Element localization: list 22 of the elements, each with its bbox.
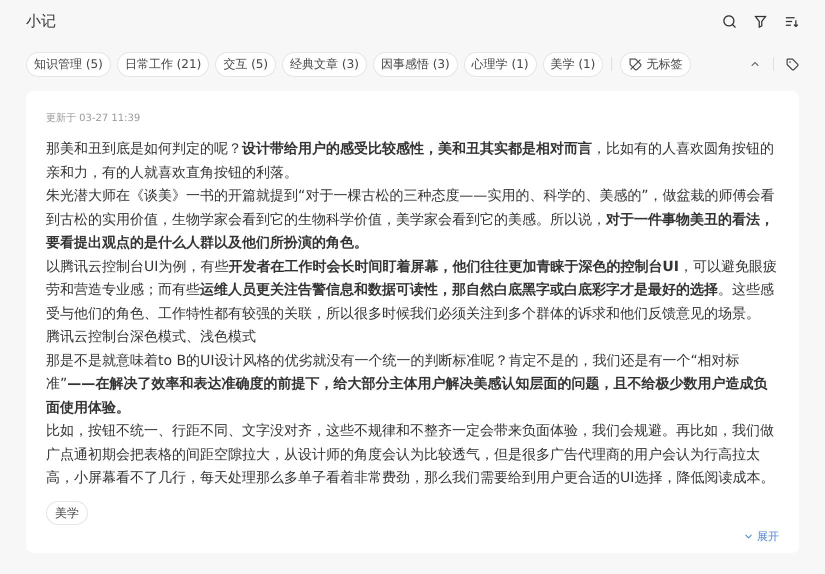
funnel-icon[interactable] xyxy=(753,14,768,28)
note-paragraph: 那是不是就意味着to B的UI设计风格的优劣就没有一个统一的判断标准呢？肯定不是的，我们还是有一个“相对标准”——在解决了效率和表达准确度的前提下，给大部分主体用户解决美感认知层面的问题，且不给极少数用户造成负面使用体验。 xyxy=(46,352,768,418)
tag-chip[interactable]: 知识管理 (5) xyxy=(26,52,111,76)
tag-chip[interactable]: 因事感悟 (3) xyxy=(372,52,458,76)
note-paragraph: 腾讯云控制台深色模式、浅色模式 xyxy=(46,328,257,347)
tag-chip[interactable]: 经典文章 (3) xyxy=(282,52,367,76)
tag-chip[interactable]: 美学 (1) xyxy=(542,52,604,76)
expand-link[interactable]: 展开 xyxy=(743,528,779,545)
untagged-chip[interactable]: 无标签 xyxy=(620,52,692,76)
tag-chip[interactable]: 日常工作 (21) xyxy=(116,52,210,76)
updated-time: 更新于 03-27 11:39 xyxy=(46,112,142,126)
page-title: 小记 xyxy=(26,10,56,32)
tag-chip[interactable]: 交互 (5) xyxy=(215,52,276,76)
note-paragraph: 朱光潜大师在《谈美》一书的开篇就提到“对于一棵古松的三种态度——实用的、科学的、美感的”，做盆栽的师傅会看到古松的实用价值，生物学家会看到它的生物科学价值，美学家会看到它的美感。所以说，对于一件事物美丑的看法，要看提出观点的是什么人群以及他们所扮演的角色。 xyxy=(46,187,776,253)
tag-off-icon xyxy=(629,58,642,70)
tag-icon[interactable] xyxy=(786,58,799,70)
search-icon[interactable] xyxy=(722,14,737,28)
note-paragraph: 那美和丑到底是如何判定的呢？设计带给用户的感受比较感性，美和丑其实都是相对而言，比如有的人喜欢圆角按钮的亲和力，有的人就喜欢直角按钮的利落。 xyxy=(46,140,775,182)
note-paragraph: 比如，按钮不统一、行距不同、文字没对齐，这些不规律和不整齐一定会带来负面体验，我们会规避。再比如，我们做广点通初期会把表格的间距空隙拉大，从设计师的角度会认为比较透气，但是很多广告代理商的用户会认为行高拉太高，小屏幕看不了几行，每天处理那么多单子看着非常费劲，那么我们需要给到用户更合适的UI选择，降低阅读成本。 xyxy=(46,422,776,488)
note-paragraph: 以腾讯云控制台UI为例，有些开发者在工作时会长时间盯着屏幕，他们往往更加青睐于深色的控制台UI，可以避免眼疲劳和营造专业感；而有些运维人员更关注告警信息和数据可读性，那自然白底黑字或白底彩字才是最好的选择。这些感受与他们的角色、工作特性都有较强的关联，所以很多时候我们必须关注到多个群体的诉求和他们反馈意见的场景。 xyxy=(46,258,778,324)
tag-chip[interactable]: 心理学 (1) xyxy=(464,52,537,76)
note-tag[interactable]: 美学 xyxy=(46,500,88,524)
